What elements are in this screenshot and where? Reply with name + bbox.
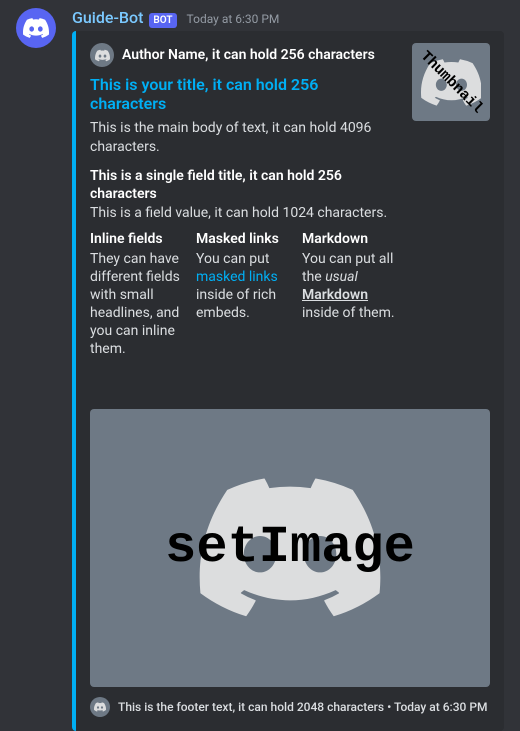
masked-link[interactable]: masked links [196,269,278,285]
message-timestamp: Today at 6:30 PM [187,12,280,26]
message: Guide-Bot BOT Today at 6:30 PM Author Na… [0,0,520,731]
field-name: Masked links [196,230,290,248]
author-name[interactable]: Author Name, it can hold 256 characters [122,47,375,63]
embed-title[interactable]: This is your title, it can hold 256 char… [90,75,396,113]
footer-timestamp: Today at 6:30 PM [394,700,488,714]
footer-separator: • [384,700,394,714]
footer-text-main: This is the footer text, it can hold 204… [118,700,384,714]
footer-icon [90,697,110,717]
embed-field-inline: Masked links You can put masked links in… [196,230,290,358]
field-value: This is a field value, it can hold 1024 … [90,204,396,222]
embed-field-inline: Markdown You can put all the usual Markd… [302,230,396,358]
embed-footer: This is the footer text, it can hold 204… [90,697,490,717]
bot-avatar[interactable] [16,8,56,48]
text: inside of them. [302,305,395,321]
embed: Author Name, it can hold 256 characters … [72,31,504,731]
text: You can put [196,251,269,267]
embed-field-inline: Inline fields They can have different fi… [90,230,184,358]
message-content: Guide-Bot BOT Today at 6:30 PM Author Na… [72,8,504,731]
embed-description: This is the main body of text, it can ho… [90,119,396,157]
author-icon [90,43,114,67]
text: inside of rich embeds. [196,287,276,321]
field-name: Inline fields [90,230,184,248]
discord-logo-icon [23,15,49,41]
field-value: You can put masked links inside of rich … [196,250,290,323]
bot-tag: BOT [149,13,176,28]
embed-field: This is a single field title, it can hol… [90,167,396,223]
field-name: This is a single field title, it can hol… [90,167,396,203]
image-label: setImage [165,518,415,577]
embed-author: Author Name, it can hold 256 characters [90,43,396,67]
field-name: Markdown [302,230,396,248]
field-value: They can have different fields with smal… [90,250,184,359]
field-value: You can put all the usual Markdown insid… [302,250,396,323]
footer-text: This is the footer text, it can hold 204… [118,700,488,714]
embed-thumbnail[interactable]: Thumbnail [412,43,490,121]
embed-image[interactable]: setImage [90,409,490,687]
embed-top-row: Author Name, it can hold 256 characters … [90,43,490,359]
embed-main: Author Name, it can hold 256 characters … [90,43,396,359]
username[interactable]: Guide-Bot [72,8,143,27]
underline-text: Markdown [302,287,368,303]
embed-fields: This is a single field title, it can hol… [90,167,396,359]
italic-text: usual [325,269,358,285]
message-header: Guide-Bot BOT Today at 6:30 PM [72,8,504,28]
